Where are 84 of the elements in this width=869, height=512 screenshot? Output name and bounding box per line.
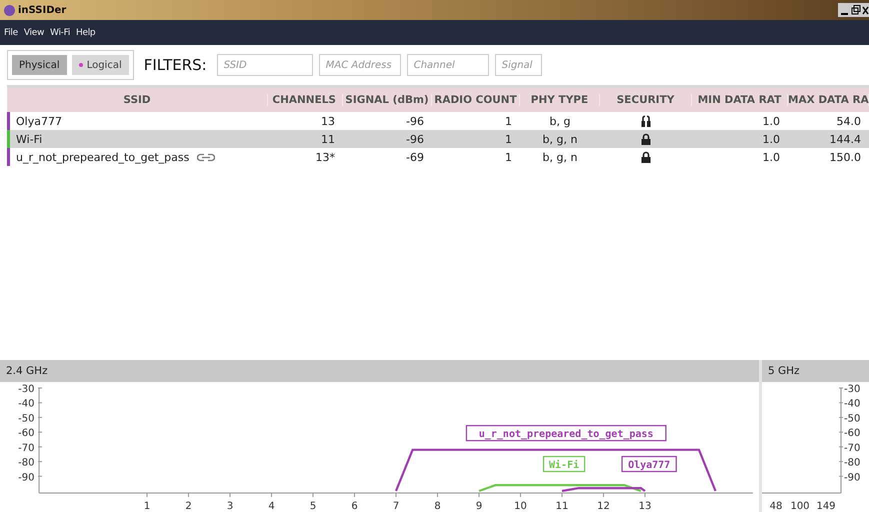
menu-item[interactable]: File xyxy=(4,28,18,38)
y-tick-label: -70 xyxy=(844,442,860,454)
filter-field[interactable]: Channel xyxy=(406,54,489,76)
table-cell: b, g, n xyxy=(542,132,578,146)
menu-item[interactable]: Help xyxy=(76,28,96,38)
table-cell: 13* xyxy=(316,150,335,164)
y-tick-label: -90 xyxy=(844,472,860,484)
table-cell: 1 xyxy=(505,114,512,128)
menu-item[interactable]: View xyxy=(24,28,44,38)
y-tick-label: -80 xyxy=(844,458,860,469)
table-cell: b, g, n xyxy=(542,150,578,164)
network-label: u_r_not_prepeared_to_get_pass xyxy=(466,425,666,442)
y-tick-label: -30 xyxy=(844,384,860,395)
y-tick-label: -40 xyxy=(844,398,860,410)
column-header[interactable]: PHY TYPE xyxy=(520,94,600,106)
table-cell: 54.0 xyxy=(836,114,861,128)
table-cell: 144.4 xyxy=(830,132,861,146)
x-tick-label: 6 xyxy=(351,501,358,512)
table-cell: 1 xyxy=(505,132,512,146)
x-tick-label: 12 xyxy=(597,501,610,512)
table-cell: 13 xyxy=(321,114,335,128)
table-cell: u_r_not_prepeared_to_get_pass xyxy=(16,150,190,164)
table-cell: b, g xyxy=(550,114,570,128)
table-cell: -69 xyxy=(406,150,424,164)
panel-title: 2.4 GHz xyxy=(6,365,48,377)
filter-field[interactable]: SSID xyxy=(216,54,313,76)
table-cell: -96 xyxy=(406,132,424,146)
x-tick-label: 3 xyxy=(226,501,234,512)
y-tick-label: -60 xyxy=(844,428,860,440)
filter-field[interactable]: Signal xyxy=(494,54,542,76)
x-tick-label: 7 xyxy=(392,501,400,512)
window-title: inSSIDer xyxy=(18,4,66,16)
column-header[interactable]: SSID xyxy=(7,94,268,106)
menu-item[interactable]: Wi-Fi xyxy=(50,28,70,38)
close-icon[interactable] xyxy=(862,4,869,16)
y-tick-label: -70 xyxy=(18,442,34,454)
y-tick-label: -30 xyxy=(18,384,34,395)
network-label: Wi-Fi xyxy=(542,456,586,472)
x-tick-label: 10 xyxy=(514,501,527,512)
x-tick-label: 4 xyxy=(268,501,275,512)
column-header[interactable]: SECURITY xyxy=(600,94,692,106)
restore-icon[interactable] xyxy=(851,4,861,16)
y-tick-label: -40 xyxy=(18,398,34,410)
series-label: u_r_not_prepeared_to_get_pass xyxy=(478,429,654,440)
table-cell: 150.0 xyxy=(830,150,861,164)
table-cell: 11 xyxy=(321,132,335,146)
x-tick-label: 9 xyxy=(476,501,482,512)
y-tick-label: -60 xyxy=(18,428,34,440)
panel-title: 5 GHz xyxy=(768,365,800,377)
status-dot-icon xyxy=(78,62,83,67)
table-cell: 1 xyxy=(505,150,512,164)
table-cell: 1.0 xyxy=(762,150,780,164)
view-tab[interactable]: Physical xyxy=(12,55,67,75)
x-tick-label: 2 xyxy=(185,501,192,512)
table-cell: 1.0 xyxy=(762,114,780,128)
x-tick-label: 48 xyxy=(770,501,782,512)
filters-label: FILTERS: xyxy=(144,56,207,74)
x-tick-label: 8 xyxy=(434,501,441,512)
column-header[interactable]: CHANNELS xyxy=(268,94,343,106)
x-tick-label: 5 xyxy=(310,501,316,512)
y-tick-label: -90 xyxy=(18,472,34,484)
filter-field[interactable]: MAC Address xyxy=(318,54,401,76)
table-cell: 1.0 xyxy=(762,132,780,146)
table-cell: Wi-Fi xyxy=(16,132,42,146)
column-header[interactable]: RADIO COUNT xyxy=(432,94,520,106)
x-tick-label: 11 xyxy=(556,501,568,512)
table-cell: Olya777 xyxy=(16,114,62,128)
table-row[interactable]: Wi-Fi 11 -96 1 b, g, n 1.0 144.4 xyxy=(7,130,869,148)
column-header[interactable]: MAX DATA RA xyxy=(788,94,869,106)
series-label: Olya777 xyxy=(628,460,670,472)
y-tick-label: -50 xyxy=(844,413,860,424)
view-tab[interactable]: Logical xyxy=(72,55,129,75)
app-icon xyxy=(4,4,15,16)
y-tick-label: -80 xyxy=(18,458,34,469)
series-label: Wi-Fi xyxy=(549,459,580,472)
network-label: Olya777 xyxy=(621,456,677,472)
x-tick-label: 1 xyxy=(144,501,150,512)
column-header[interactable]: SIGNAL (dBm) xyxy=(343,94,432,106)
table-cell: -96 xyxy=(406,114,424,128)
column-header[interactable]: MIN DATA RAT xyxy=(692,94,788,106)
x-tick-label: 149 xyxy=(816,501,836,512)
x-tick-label: 13 xyxy=(638,501,652,512)
x-tick-label: 100 xyxy=(790,501,810,512)
y-tick-label: -50 xyxy=(18,413,34,424)
